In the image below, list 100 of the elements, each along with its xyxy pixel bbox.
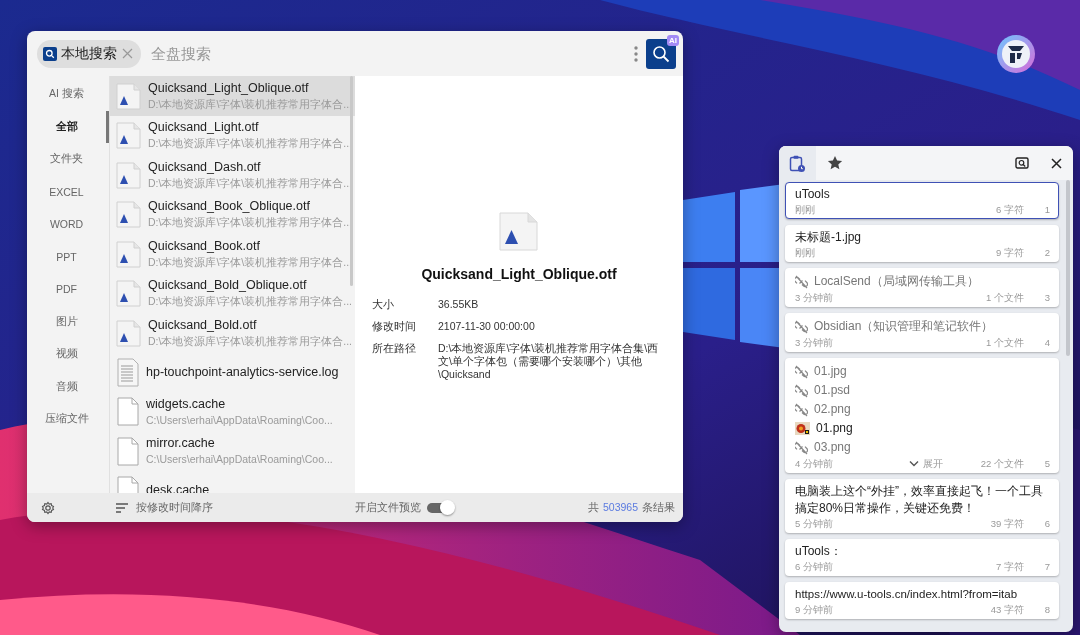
clip-index: 7	[1043, 560, 1050, 573]
file-path: D:\本地资源库\字体\装机推荐常用字体合...	[148, 136, 349, 152]
result-row[interactable]: Quicksand_Light.otf D:\本地资源库\字体\装机推荐常用字体合...	[110, 115, 355, 155]
clip-index: 4	[1043, 336, 1050, 349]
preview-title: Quicksand_Light_Oblique.otf	[421, 266, 617, 282]
category-tab[interactable]: 视频	[27, 338, 109, 371]
file-icon	[116, 436, 140, 466]
category-tab[interactable]: 图片	[27, 305, 109, 338]
preview-toggle[interactable]	[427, 502, 453, 513]
result-row[interactable]: hp-touchpoint-analytics-service.log	[110, 352, 355, 392]
close-icon[interactable]	[1050, 157, 1062, 169]
clip-size: 1 个文件	[986, 336, 1024, 349]
sort-button[interactable]: 按修改时间降序	[116, 500, 213, 515]
toggle-label: 开启文件预览	[355, 500, 421, 515]
search-icon[interactable]	[1015, 157, 1029, 169]
file-path: D:\本地资源库\字体\装机推荐常用字体合...	[148, 333, 349, 349]
chip-label: 本地搜索	[61, 44, 117, 63]
settings-icon[interactable]	[41, 500, 55, 515]
clip-text: uTools	[795, 186, 831, 203]
clipboard-item[interactable]: 电脑装上这个“外挂”，效率直接起飞！一个工具搞定80%日常操作，关键还免费！ 5 分钟前 39 字符 6	[785, 479, 1059, 533]
sort-icon	[116, 502, 128, 513]
app-icon[interactable]	[996, 34, 1036, 74]
scrollbar[interactable]	[1066, 180, 1070, 356]
result-row[interactable]: Quicksand_Book.otf D:\本地资源库\字体\装机推荐常用字体合...	[110, 234, 355, 274]
result-row[interactable]: Quicksand_Book_Oblique.otf D:\本地资源库\字体\装机推荐常用字体合...	[110, 194, 355, 234]
clip-size: 1 个文件	[986, 291, 1024, 304]
font-file-icon	[116, 200, 142, 229]
total-label: 共	[587, 500, 599, 515]
file-name: LocalSend（局域网传输工具）	[814, 273, 979, 290]
clip-index: 2	[1043, 246, 1050, 259]
file-path: C:\Users\erhai\AppData\Roaming\Coo...	[146, 412, 334, 428]
file-name: widgets.cache	[146, 395, 227, 413]
file-name: Quicksand_Bold_Oblique.otf	[148, 277, 308, 295]
property-value: D:\本地资源库\字体\装机推荐常用字体合集\西文\单个字体包（需要哪个安装哪个）\其他\Quicksand	[438, 342, 660, 381]
file-name: Quicksand_Book_Oblique.otf	[148, 198, 311, 216]
clipboard-item[interactable]: LocalSend（局域网传输工具） 3 分钟前 1 个文件 3	[785, 268, 1059, 307]
more-icon[interactable]	[634, 44, 638, 63]
scrollbar[interactable]	[350, 76, 353, 286]
file-path: D:\本地资源库\字体\装机推荐常用字体合...	[148, 175, 349, 191]
scope-chip[interactable]: 本地搜索	[37, 39, 141, 68]
clipboard-item[interactable]: https://www.u-tools.cn/index.html?from=itab 9 分钟前 43 字符 8	[785, 582, 1059, 619]
clipboard-item[interactable]: 未标题-1.jpg 刚刚 9 字符 2	[785, 225, 1059, 262]
search-field[interactable]: 全盘搜索	[149, 39, 626, 68]
clip-index: 6	[1043, 517, 1050, 530]
clip-text: 电脑装上这个“外挂”，效率直接起飞！一个工具搞定80%日常操作，关键还免费！	[795, 483, 1044, 517]
font-file-icon	[116, 160, 142, 189]
file-name: 02.png	[814, 401, 851, 418]
category-tab[interactable]: AI 搜索	[27, 78, 109, 111]
file-name: 01.jpg	[814, 363, 847, 380]
category-tab[interactable]: 音频	[27, 370, 109, 403]
file-name: Quicksand_Book.otf	[148, 237, 261, 255]
clip-text: https://www.u-tools.cn/index.html?from=itab	[795, 587, 1019, 602]
result-row[interactable]: Quicksand_Bold.otf D:\本地资源库\字体\装机推荐常用字体合...	[110, 313, 355, 353]
clip-index: 8	[1043, 603, 1050, 616]
font-file-icon	[116, 279, 142, 308]
category-tab[interactable]: 压缩文件	[27, 403, 109, 436]
star-icon	[826, 155, 843, 171]
clipboard-item[interactable]: uTools 刚刚 6 字符 1	[785, 182, 1059, 219]
property-label: 大小	[372, 298, 395, 311]
clip-time: 3 分钟前	[795, 336, 834, 349]
search-icon	[43, 46, 57, 61]
clip-index: 3	[1043, 291, 1050, 304]
property-value: 2107-11-30 00:00:00	[438, 320, 536, 333]
category-tab[interactable]: PDF	[27, 273, 109, 306]
file-name: 01.psd	[814, 382, 851, 399]
file-path: D:\本地资源库\字体\装机推荐常用字体合...	[148, 294, 349, 310]
category-tab[interactable]: EXCEL	[27, 175, 109, 208]
category-tab[interactable]: 文件夹	[27, 143, 109, 176]
file-path: D:\本地资源库\字体\装机推荐常用字体合...	[148, 215, 349, 231]
file-name: Quicksand_Dash.otf	[148, 158, 262, 176]
property-label: 所在路径	[372, 342, 417, 356]
clipboard-item[interactable]: 01.jpg 01.psd 02.png 01.png 03.png 4 分钟前 展开 22 个文件 5	[785, 358, 1059, 473]
clip-time: 5 分钟前	[795, 517, 834, 530]
result-row[interactable]: Quicksand_Bold_Oblique.otf D:\本地资源库\字体\装机推荐常用字体合...	[110, 273, 355, 313]
file-name: Quicksand_Bold.otf	[148, 316, 258, 334]
category-tab[interactable]: PPT	[27, 240, 109, 273]
clipboard-item[interactable]: Obsidian（知识管理和笔记软件） 3 分钟前 1 个文件 4	[785, 313, 1059, 352]
category-tab[interactable]: WORD	[27, 208, 109, 241]
result-row[interactable]: widgets.cache C:\Users\erhai\AppData\Roaming\Coo...	[110, 392, 355, 432]
font-file-icon	[116, 81, 142, 110]
clipboard-item[interactable]: uTools： 6 分钟前 7 字符 7	[785, 539, 1059, 576]
font-file-icon	[116, 318, 142, 347]
font-file-icon	[499, 211, 539, 252]
tab[interactable]	[779, 146, 816, 180]
file-name: hp-touchpoint-analytics-service.log	[146, 363, 340, 381]
file-name: Quicksand_Light.otf	[148, 119, 260, 137]
file-path: C:\Users\erhai\AppData\Roaming\Coo...	[146, 452, 334, 468]
clipboard-icon	[789, 154, 806, 172]
result-row[interactable]: Quicksand_Dash.otf D:\本地资源库\字体\装机推荐常用字体合...	[110, 155, 355, 195]
file-icon	[116, 397, 140, 427]
total-label: 条结果	[642, 500, 675, 515]
result-row[interactable]: mirror.cache C:\Users\erhai\AppData\Roaming\Coo...	[110, 431, 355, 471]
result-count: 503965	[602, 500, 638, 515]
text-file-icon	[116, 357, 140, 387]
clip-time: 9 分钟前	[795, 603, 834, 616]
clip-size: 22 个文件	[980, 457, 1024, 470]
clip-time: 4 分钟前	[795, 457, 834, 470]
clip-time: 6 分钟前	[795, 560, 834, 573]
file-path: D:\本地资源库\字体\装机推荐常用字体合...	[148, 254, 349, 270]
clip-size: 6 字符	[996, 203, 1024, 216]
